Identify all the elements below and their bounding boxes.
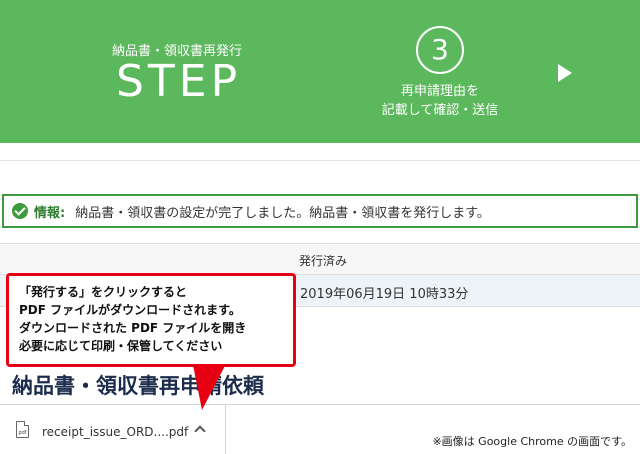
- step-description-line: 再申請理由を: [400, 84, 479, 99]
- download-shelf: pdf receipt_issue_ORD....pdf ※画像は Google…: [0, 404, 640, 454]
- table-header-issued: 発行済み: [299, 254, 348, 268]
- step-description: 再申請理由を 記載して確認・送信: [362, 82, 518, 120]
- callout-line: 必要に応じて印刷・保管してください: [19, 339, 223, 353]
- screenshot-note: ※画像は Google Chrome の画面です。: [432, 435, 632, 448]
- instruction-callout: 「発行する」をクリックすると PDF ファイルがダウンロードされます。 ダウンロ…: [6, 273, 296, 367]
- info-message: 納品書・領収書の設定が完了しました。納品書・領収書を発行します。: [75, 205, 490, 221]
- info-label: 情報:: [34, 205, 66, 221]
- step-banner: 納品書・領収書再発行 STEP 3 再申請理由を 記載して確認・送信: [0, 0, 640, 143]
- downloaded-file-name[interactable]: receipt_issue_ORD....pdf: [42, 425, 188, 439]
- downloaded-file-item[interactable]: pdf receipt_issue_ORD....pdf: [0, 405, 226, 454]
- issued-datetime: 2019年06月19日 10時33分: [300, 287, 469, 302]
- pdf-icon-label: pdf: [18, 430, 27, 436]
- callout-line: PDF ファイルがダウンロードされます。: [19, 303, 241, 317]
- callout-line: 「発行する」をクリックすると: [19, 285, 188, 299]
- spacer: [0, 143, 640, 191]
- callout-pointer: [192, 360, 228, 410]
- check-circle-icon: [12, 203, 28, 219]
- chevron-up-icon[interactable]: [194, 425, 206, 437]
- callout-line: ダウンロードされた PDF ファイルを開き: [19, 321, 247, 335]
- step-description-line: 記載して確認・送信: [381, 103, 499, 118]
- banner-step-word: STEP: [116, 56, 242, 107]
- info-message-box: 情報: 納品書・領収書の設定が完了しました。納品書・領収書を発行します。: [2, 194, 638, 228]
- pdf-file-icon: pdf: [16, 421, 29, 438]
- play-arrow-icon: [558, 64, 572, 82]
- table-header-row: 発行済み: [0, 243, 640, 275]
- step-number-circle: 3: [416, 26, 464, 74]
- divider: [0, 160, 640, 161]
